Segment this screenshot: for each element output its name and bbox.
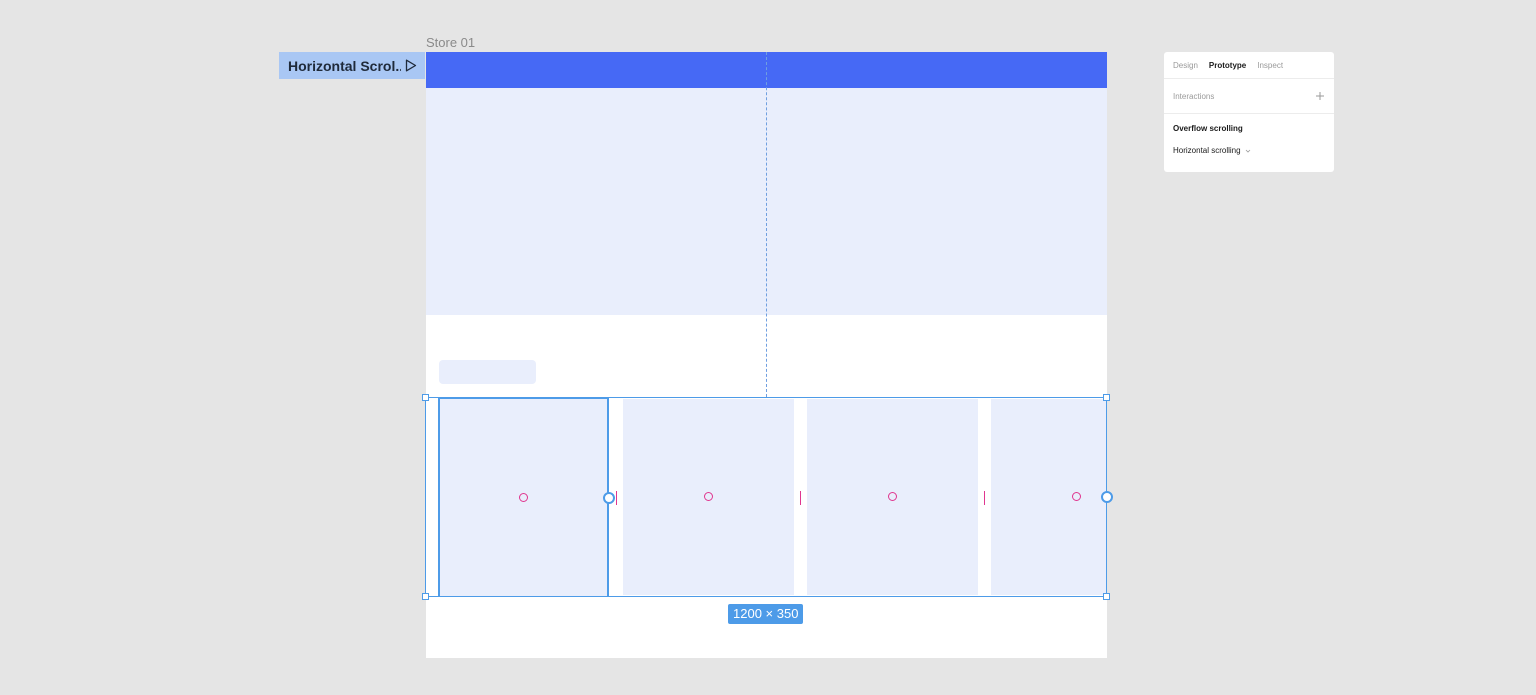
card-resize-knob[interactable] [603,492,615,504]
spacing-marker [616,491,617,505]
center-marker [1071,492,1081,501]
design-canvas[interactable]: Store 01 Horizontal Scrol... 1200 × 350 … [0,0,1536,695]
frame-name-label[interactable]: Store 01 [426,35,475,50]
tab-prototype[interactable]: Prototype [1209,61,1246,70]
section-title-placeholder [439,360,536,384]
spacing-marker [984,491,985,505]
product-card[interactable] [991,399,1107,595]
resize-handle-bottom-left[interactable] [422,593,429,600]
strip-resize-knob[interactable] [1101,491,1113,503]
overflow-dropdown[interactable]: Horizontal scrolling [1173,146,1325,155]
dimension-badge: 1200 × 350 [728,604,804,624]
selected-layer-tag[interactable]: Horizontal Scrol... [279,52,425,79]
product-card[interactable] [807,399,978,595]
center-marker [518,492,528,502]
panel-tabs: Design Prototype Inspect [1164,52,1334,79]
selected-layer-name: Horizontal Scrol... [288,57,401,74]
interactions-section: Interactions [1164,79,1334,114]
spacing-marker [800,491,801,505]
product-card[interactable] [623,399,794,595]
plus-icon[interactable] [1315,89,1325,103]
resize-handle-bottom-right[interactable] [1103,593,1110,600]
overflow-title: Overflow scrolling [1173,124,1243,133]
resize-handle-top-left[interactable] [422,394,429,401]
interactions-label: Interactions [1173,91,1215,101]
properties-panel: Design Prototype Inspect Interactions Ov… [1164,52,1334,172]
tab-inspect[interactable]: Inspect [1257,61,1283,70]
horizontal-scroll-strip[interactable] [426,397,1107,597]
play-icon[interactable] [401,52,421,79]
product-card[interactable] [438,397,609,597]
center-guide-line [766,52,767,397]
store-frame[interactable] [426,52,1107,658]
center-marker [887,492,897,501]
tab-design[interactable]: Design [1173,61,1198,70]
overflow-section: Overflow scrolling Horizontal scrolling [1164,114,1334,155]
chevron-down-icon [1245,148,1251,154]
overflow-value: Horizontal scrolling [1173,146,1241,155]
resize-handle-top-right[interactable] [1103,394,1110,401]
center-marker [703,492,713,501]
